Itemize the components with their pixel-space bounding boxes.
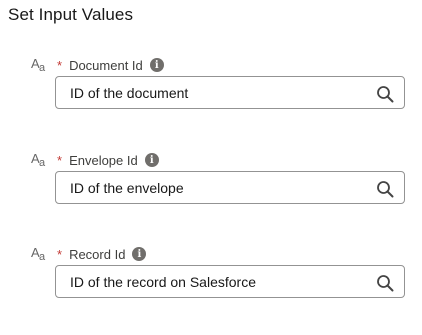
field-label: Document Id — [69, 57, 143, 73]
text-type-icon: Aa — [31, 56, 46, 74]
search-icon[interactable] — [376, 274, 394, 292]
search-icon[interactable] — [376, 85, 394, 103]
text-type-icon: Aa — [31, 151, 46, 169]
required-mark: * — [57, 57, 63, 73]
search-icon[interactable] — [376, 180, 394, 198]
field-record-id: Aa * Record Id i ID of the record on Sal… — [0, 245, 422, 335]
field-label: Record Id — [69, 246, 126, 262]
field-envelope-id: Aa * Envelope Id i ID of the envelope — [0, 151, 422, 241]
field-label: Envelope Id — [69, 152, 138, 168]
text-type-icon: Aa — [31, 245, 46, 263]
input-value: ID of the record on Salesforce — [70, 274, 256, 290]
required-mark: * — [57, 152, 63, 168]
info-icon[interactable]: i — [149, 58, 164, 72]
section-title: Set Input Values — [8, 5, 134, 24]
document-id-input[interactable]: ID of the document — [55, 76, 405, 109]
field-label-row: * Document Id i — [57, 57, 164, 73]
envelope-id-input[interactable]: ID of the envelope — [55, 171, 405, 204]
required-mark: * — [57, 246, 63, 262]
field-label-row: * Envelope Id i — [57, 152, 159, 168]
record-id-input[interactable]: ID of the record on Salesforce — [55, 265, 405, 298]
input-value: ID of the envelope — [70, 180, 184, 196]
info-icon[interactable]: i — [144, 153, 159, 167]
field-document-id: Aa * Document Id i ID of the document — [0, 56, 422, 146]
field-label-row: * Record Id i — [57, 246, 147, 262]
info-icon[interactable]: i — [132, 247, 147, 261]
input-value: ID of the document — [70, 85, 189, 101]
